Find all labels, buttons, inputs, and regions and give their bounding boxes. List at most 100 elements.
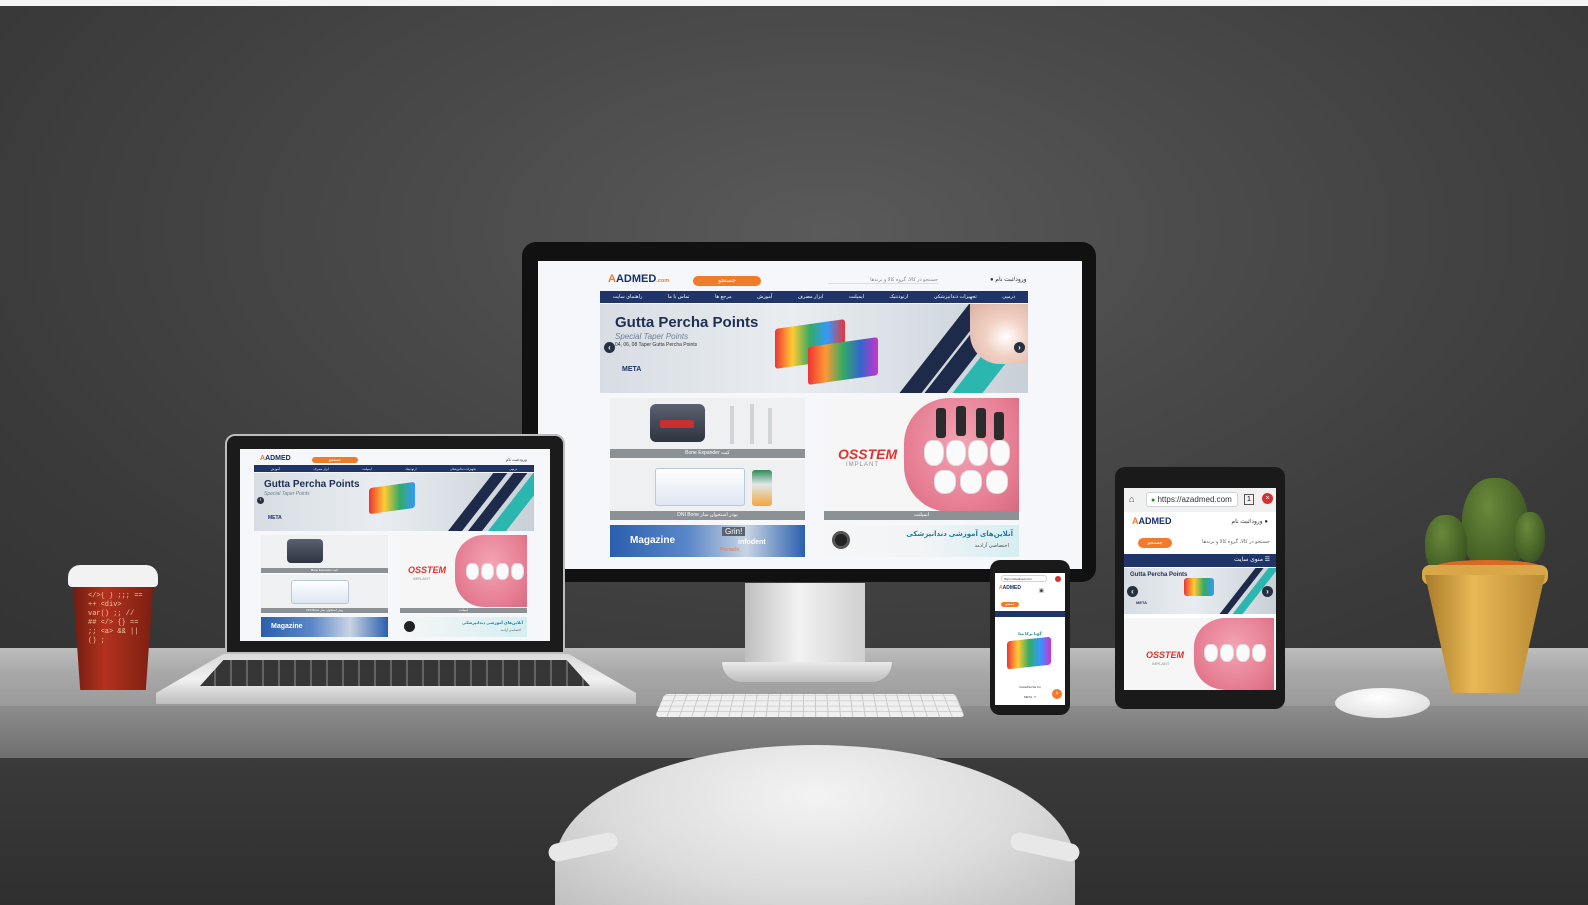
site-logo[interactable]: AADMED bbox=[999, 585, 1021, 591]
product-caption: ایمپلنت bbox=[824, 511, 1019, 520]
nav-item[interactable]: ارتودنتیک bbox=[405, 467, 416, 471]
hero-banner[interactable]: Gutta Percha Points META ‹ › bbox=[1124, 568, 1276, 614]
site-menu-bar[interactable] bbox=[995, 611, 1065, 617]
home-icon[interactable]: ⌂ bbox=[1129, 494, 1134, 504]
banner-prev-arrow[interactable]: ‹ bbox=[604, 342, 615, 353]
site-menu-bar[interactable]: منوی سایت ☰ bbox=[1124, 554, 1276, 567]
main-nav: درمپی تجهیزات دندانپزشکی ارتودنتیک ایمپل… bbox=[600, 291, 1028, 303]
tooth bbox=[986, 470, 1008, 494]
course-subtitle: اختصاصی آزادمد bbox=[974, 543, 1009, 549]
product-box bbox=[1184, 578, 1214, 596]
banner-next-arrow[interactable]: › bbox=[1262, 586, 1273, 597]
tooth bbox=[511, 563, 524, 580]
search-input[interactable]: جستجو در کالا، گروه کالا و برندها bbox=[1178, 539, 1270, 545]
nav-item[interactable]: ایمپلنت bbox=[362, 467, 371, 471]
product-caption: Bone Expander کیت bbox=[261, 568, 388, 573]
login-link[interactable]: ورود/ثبت نام bbox=[506, 457, 527, 462]
product-card[interactable]: DNI Bone پودر استخوان ساز bbox=[610, 460, 805, 520]
cart-icon[interactable]: ▣ bbox=[1039, 588, 1044, 594]
nav-item[interactable]: ابزار مصرف bbox=[798, 294, 824, 300]
course-subtitle: اختصاصی آزادمد bbox=[500, 628, 521, 632]
tooth bbox=[1236, 644, 1250, 662]
search-button[interactable]: جستجو bbox=[693, 276, 761, 286]
course-banner[interactable]: آنلاین‌های آموزشی دندانپزشکی اختصاصی آزا… bbox=[400, 617, 527, 637]
nav-item[interactable]: تجهیزات دندانپزشکی bbox=[450, 467, 476, 471]
product-box bbox=[1007, 636, 1051, 670]
close-icon[interactable]: × bbox=[1262, 493, 1273, 504]
product-box bbox=[369, 481, 415, 515]
course-banner[interactable]: آنلاین‌های آموزشی دندانپزشکی اختصاصی آزا… bbox=[824, 525, 1019, 557]
instrument bbox=[768, 408, 772, 444]
nav-item[interactable]: درمپی bbox=[509, 467, 517, 471]
magazine-banner[interactable]: Magazine bbox=[261, 617, 388, 637]
browser-toolbar: ⌂ ● https://azadmed.com 1 × bbox=[1124, 488, 1276, 512]
tooth bbox=[481, 563, 494, 580]
implant-label: IMPLANT bbox=[1152, 661, 1170, 666]
nav-item[interactable]: تجهیزات دندانپزشکی bbox=[934, 294, 977, 300]
smile-photo bbox=[970, 304, 1028, 364]
monitor-stand bbox=[745, 583, 865, 663]
tablet-screen: ⌂ ● https://azadmed.com 1 × AADMED ورود/… bbox=[1124, 488, 1276, 690]
osstem-logo: OSSTEM bbox=[408, 565, 447, 575]
nav-item[interactable]: مرجع ها bbox=[715, 294, 732, 300]
tooth bbox=[1220, 644, 1234, 662]
search-input[interactable]: جستجو در کالا، گروه کالا و برندها bbox=[828, 277, 938, 284]
nav-item[interactable]: درمپی bbox=[1002, 294, 1015, 300]
implant-label: IMPLANT bbox=[413, 576, 431, 581]
coffee-cup-pattern: </>{ } ;;; == ++ <div> var() ;; // ## </… bbox=[88, 592, 143, 645]
banner-prev-arrow[interactable]: ‹ bbox=[1127, 586, 1138, 597]
monitor-screen: AADMED.com جستجو جستجو در کالا، گروه کال… bbox=[538, 261, 1082, 569]
course-title: آنلاین‌های آموزشی دندانپزشکی bbox=[462, 620, 523, 625]
computer-mouse bbox=[1335, 688, 1430, 718]
nav-item[interactable]: آموزش bbox=[271, 467, 280, 471]
site-logo[interactable]: AADMED bbox=[1132, 516, 1172, 526]
product-box bbox=[655, 468, 745, 506]
reel-icon bbox=[832, 531, 850, 549]
url-bar[interactable]: ● https://azadmed.com bbox=[1146, 492, 1238, 507]
product-card[interactable]: OSSTEM IMPLANT ایمپلنت bbox=[400, 535, 527, 613]
laptop-screen: AADMED جستجو ورود/ثبت نام درمپی تجهیزات … bbox=[240, 449, 550, 641]
nav-item[interactable]: آموزش bbox=[757, 294, 772, 300]
lock-icon: ● bbox=[1151, 497, 1156, 504]
keyboard bbox=[655, 693, 965, 717]
product-card[interactable]: OSSTEM IMPLANT ایمپلنت bbox=[824, 398, 1019, 520]
banner-brand: META bbox=[1136, 600, 1148, 605]
product-card[interactable]: Bone Expander کیت bbox=[261, 535, 388, 573]
grin-label: Grin! bbox=[722, 527, 746, 536]
site-logo[interactable]: AADMED.com bbox=[608, 273, 669, 285]
tooth bbox=[496, 563, 509, 580]
pinnacle-label: Pinnacle bbox=[720, 547, 740, 553]
instrument bbox=[730, 406, 734, 444]
implant-post bbox=[956, 406, 966, 436]
tooth bbox=[968, 440, 988, 466]
search-button[interactable]: جستجو bbox=[312, 457, 358, 463]
login-link[interactable]: ● ورود/ثبت نام bbox=[990, 276, 1027, 283]
tabs-icon[interactable]: 1 bbox=[1244, 494, 1254, 505]
menu-icon: ☰ bbox=[1264, 557, 1270, 563]
nav-item[interactable]: راهنمای سایت bbox=[613, 294, 643, 300]
tooth bbox=[946, 440, 966, 466]
product-caption: ایمپلنت bbox=[400, 608, 527, 613]
scroll-top-button[interactable]: ˄ bbox=[1052, 689, 1062, 699]
banner-brand: META bbox=[268, 515, 282, 521]
close-icon[interactable] bbox=[1055, 576, 1061, 582]
banner-next-arrow[interactable]: › bbox=[1014, 342, 1025, 353]
nav-item[interactable]: ایمپلنت bbox=[849, 294, 864, 300]
product-card[interactable]: DNI Bone پودر استخوان ساز bbox=[261, 575, 388, 613]
nav-item[interactable]: تماس با ما bbox=[668, 294, 690, 300]
nav-item[interactable]: ارتودنتیک bbox=[889, 294, 908, 300]
hero-banner[interactable]: Gutta Percha Points Special Taper Points… bbox=[254, 473, 534, 531]
hero-banner[interactable]: Gutta Percha Points Special Taper Points… bbox=[600, 304, 1028, 393]
site-logo[interactable]: AADMED bbox=[260, 455, 291, 462]
product-card[interactable]: OSSTEM IMPLANT bbox=[1124, 618, 1276, 690]
banner-prev-arrow[interactable]: ‹ bbox=[257, 497, 264, 504]
url-bar[interactable]: https://azadmed.com bbox=[1001, 575, 1047, 582]
search-button[interactable]: جستجو bbox=[1001, 602, 1019, 607]
magazine-banner[interactable]: Magazine Grin! infodent Pinnacle bbox=[610, 525, 805, 557]
reel-icon bbox=[404, 621, 415, 632]
login-link[interactable]: ورود/ثبت نام ● bbox=[1231, 518, 1268, 525]
nav-item[interactable]: ابزار مصرف bbox=[313, 467, 328, 471]
product-card[interactable]: Bone Expander کیت bbox=[610, 398, 805, 458]
banner-brand: META bbox=[622, 366, 642, 373]
search-button[interactable]: جستجو bbox=[1138, 538, 1172, 548]
